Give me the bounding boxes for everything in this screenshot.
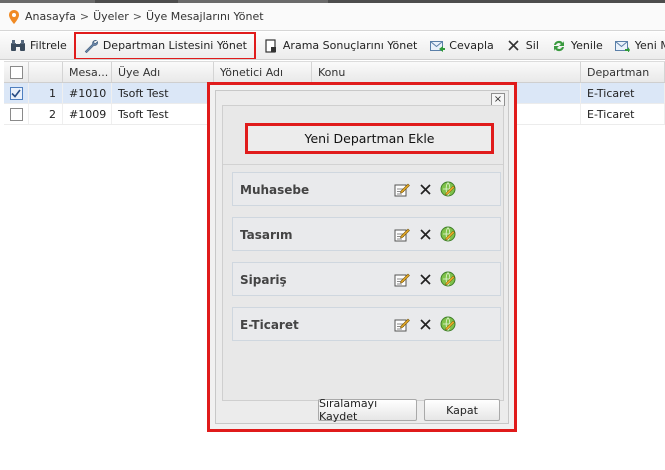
breadcrumb-separator: > xyxy=(79,10,90,23)
breadcrumb-item-home[interactable]: Anasayfa xyxy=(25,10,76,23)
delete-button[interactable]: Sil xyxy=(500,35,545,57)
column-header-topic[interactable]: Konu xyxy=(312,62,581,82)
department-modal: × Yeni Departman Ekle Muhasebe Tasarım S… xyxy=(215,90,509,424)
manage-department-list-label: Departman Listesini Yönet xyxy=(102,39,247,52)
edit-icon[interactable] xyxy=(394,181,410,197)
department-name: Muhasebe xyxy=(240,183,310,197)
modal-footer: Sıralamayı Kaydet Kapat xyxy=(216,397,510,423)
filter-label: Filtrele xyxy=(30,39,67,52)
globe-pencil-icon[interactable] xyxy=(440,226,456,242)
row-checkbox-cell xyxy=(4,83,29,103)
row-checkbox[interactable] xyxy=(9,107,23,121)
globe-pencil-icon[interactable] xyxy=(440,271,456,287)
binoculars-icon xyxy=(10,38,26,54)
new-message-label: Yeni Mesaj G xyxy=(634,39,665,52)
refresh-button[interactable]: Yenile xyxy=(545,35,609,57)
new-message-icon xyxy=(615,38,631,54)
row-department: E-Ticaret xyxy=(581,83,665,103)
save-order-button[interactable]: Sıralamayı Kaydet xyxy=(318,397,417,423)
row-message-id: #1010 xyxy=(63,83,112,103)
delete-icon[interactable] xyxy=(417,226,433,242)
breadcrumb-item-current: Üye Mesajlarını Yönet xyxy=(145,10,264,23)
breadcrumb: Anasayfa > Üyeler > Üye Mesajlarını Yöne… xyxy=(0,3,665,31)
department-row[interactable]: Tasarım xyxy=(232,217,501,251)
reply-label: Cevapla xyxy=(449,39,494,52)
reply-envelope-icon xyxy=(429,38,445,54)
department-list-panel: Yeni Departman Ekle Muhasebe Tasarım Sip… xyxy=(222,105,504,401)
manage-search-results-button[interactable]: Arama Sonuçlarını Yönet xyxy=(257,35,423,57)
delete-icon[interactable] xyxy=(417,316,433,332)
add-department-button[interactable]: Yeni Departman Ekle xyxy=(245,123,494,154)
department-actions xyxy=(394,271,463,287)
row-message-id: #1009 xyxy=(63,104,112,124)
column-header-member-name[interactable]: Üye Adı xyxy=(112,62,214,82)
breadcrumb-separator: > xyxy=(132,10,142,23)
row-checkbox[interactable] xyxy=(9,86,23,100)
department-name: Sipariş xyxy=(240,273,287,287)
grid-header: Mesa... Üye Adı Yönetici Adı Konu Depart… xyxy=(4,61,665,83)
app-window: Anasayfa > Üyeler > Üye Mesajlarını Yöne… xyxy=(0,0,665,470)
column-header-message[interactable]: Mesa... xyxy=(63,62,112,82)
toolbar: Filtrele Departman Listesini Yönet Arama… xyxy=(0,32,665,60)
delete-label: Sil xyxy=(525,39,539,52)
department-actions xyxy=(394,226,463,242)
edit-icon[interactable] xyxy=(394,271,410,287)
new-message-button[interactable]: Yeni Mesaj G xyxy=(609,35,665,57)
row-department: E-Ticaret xyxy=(581,104,665,124)
location-pin-icon xyxy=(9,9,19,24)
department-actions xyxy=(394,181,463,197)
delete-icon[interactable] xyxy=(417,181,433,197)
reply-button[interactable]: Cevapla xyxy=(423,35,499,57)
row-checkbox-cell xyxy=(4,104,29,124)
department-modal-highlight: × Yeni Departman Ekle Muhasebe Tasarım S… xyxy=(207,82,517,432)
edit-icon[interactable] xyxy=(394,226,410,242)
column-header-department[interactable]: Departman xyxy=(581,62,665,82)
department-row[interactable]: Sipariş xyxy=(232,262,501,296)
globe-pencil-icon[interactable] xyxy=(440,316,456,332)
department-name: Tasarım xyxy=(240,228,293,242)
close-x-icon xyxy=(506,38,522,54)
document-icon xyxy=(263,38,279,54)
manage-search-results-label: Arama Sonuçlarını Yönet xyxy=(282,39,418,52)
globe-pencil-icon[interactable] xyxy=(440,181,456,197)
department-row[interactable]: Muhasebe xyxy=(232,172,501,206)
checkmark-icon xyxy=(11,89,21,98)
department-name: E-Ticaret xyxy=(240,318,299,332)
manage-department-list-button[interactable]: Departman Listesini Yönet xyxy=(73,32,256,59)
divider xyxy=(223,164,503,165)
department-row[interactable]: E-Ticaret xyxy=(232,307,501,341)
column-header-index[interactable] xyxy=(29,62,63,82)
filter-button[interactable]: Filtrele xyxy=(0,35,73,57)
edit-icon[interactable] xyxy=(394,316,410,332)
delete-icon[interactable] xyxy=(417,271,433,287)
breadcrumb-item-members[interactable]: Üyeler xyxy=(93,10,129,23)
row-index: 1 xyxy=(29,83,63,103)
select-all-cell xyxy=(4,62,29,82)
row-index: 2 xyxy=(29,104,63,124)
department-actions xyxy=(394,316,463,332)
wrench-icon xyxy=(83,38,99,54)
row-member-name: Tsoft Test xyxy=(112,104,214,124)
refresh-icon xyxy=(551,38,567,54)
select-all-checkbox[interactable] xyxy=(9,65,23,79)
row-member-name: Tsoft Test xyxy=(112,83,214,103)
close-button[interactable]: Kapat xyxy=(424,399,500,421)
column-header-admin-name[interactable]: Yönetici Adı xyxy=(214,62,312,82)
refresh-label: Yenile xyxy=(570,39,603,52)
